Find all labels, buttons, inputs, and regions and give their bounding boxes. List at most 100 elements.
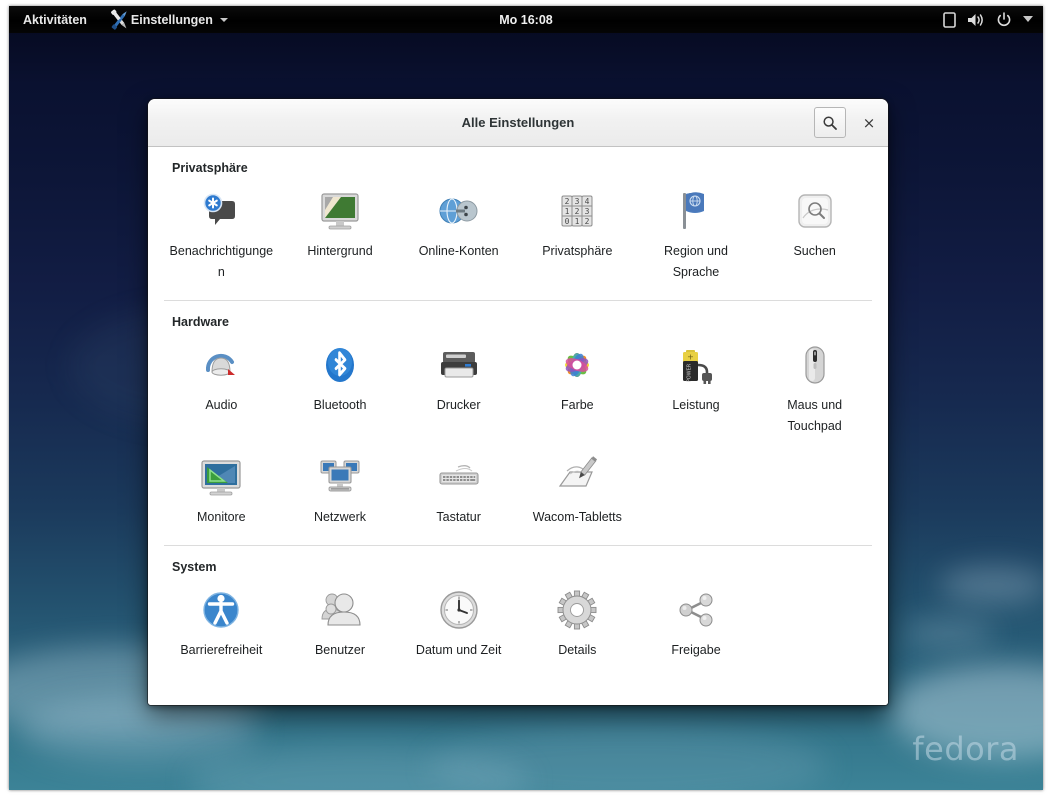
svg-text:1: 1 <box>575 217 580 226</box>
section-title: System <box>172 560 217 575</box>
tile-label: Benachrichtigungen <box>169 244 274 279</box>
settings-tile-online-accounts[interactable]: Online-Konten <box>399 179 518 288</box>
screenshot-root: fedora Aktivitäten Einstellungen Mo 16:0… <box>0 0 1052 796</box>
svg-text:0: 0 <box>565 217 570 226</box>
settings-tile-wacom[interactable]: Wacom-Tabletts <box>518 445 637 534</box>
tile-label: Datum und Zeit <box>415 643 502 658</box>
tile-label: Wacom-Tabletts <box>532 509 622 524</box>
settings-tile-audio[interactable]: Audio <box>162 333 281 442</box>
search-icon <box>823 115 837 130</box>
tile-label: Bluetooth <box>313 398 367 413</box>
tile-label: Region und Sprache <box>664 244 728 279</box>
chevron-down-icon[interactable] <box>1023 16 1033 23</box>
tile-label: Maus und Touchpad <box>787 398 843 433</box>
keyboard-icon <box>435 453 483 501</box>
sharing-nodes-icon <box>672 586 720 634</box>
mouse-icon <box>791 341 839 389</box>
svg-text:+: + <box>687 353 694 362</box>
settings-tile-displays[interactable]: Monitore <box>162 445 281 534</box>
section-system: System Barrierefreiheit Benutzer Datum u… <box>148 546 888 667</box>
svg-text:3: 3 <box>575 197 580 206</box>
search-button[interactable] <box>814 107 846 138</box>
printer-icon <box>435 341 483 389</box>
settings-tile-sharing[interactable]: Freigabe <box>637 578 756 667</box>
cloud <box>19 696 259 766</box>
tile-label: Leistung <box>672 398 720 413</box>
section-title: Hardware <box>172 315 229 330</box>
screen-display-icon[interactable] <box>943 11 956 28</box>
settings-tile-users[interactable]: Benutzer <box>281 578 400 667</box>
cloud <box>939 566 1043 604</box>
top-bar-status-area[interactable] <box>943 6 1033 33</box>
settings-tile-printer[interactable]: Drucker <box>399 333 518 442</box>
audio-speaker-icon <box>197 341 245 389</box>
svg-text:2: 2 <box>565 197 570 206</box>
tile-label: Freigabe <box>671 643 721 658</box>
titlebar-buttons: × <box>814 107 878 138</box>
settings-tile-power[interactable]: + POWER Leistung <box>637 333 756 442</box>
notifications-icon <box>197 187 245 235</box>
cloud <box>429 726 829 790</box>
tile-label: Benutzer <box>314 643 365 658</box>
tile-label: Netzwerk <box>313 509 367 524</box>
settings-tile-keyboard[interactable]: Tastatur <box>399 445 518 534</box>
tile-label: Audio <box>205 398 238 413</box>
settings-tile-privacy[interactable]: 234 123 012 Privatsphäre <box>518 179 637 288</box>
cloud <box>904 618 994 648</box>
window-titlebar: Alle Einstellungen × <box>148 99 888 147</box>
svg-text:2: 2 <box>585 217 590 226</box>
chevron-down-icon <box>219 17 228 22</box>
top-bar-left: Aktivitäten Einstellungen <box>9 6 239 33</box>
app-menu-label: Einstellungen <box>130 12 213 27</box>
section-privacy: Privatsphäre Benachrichtigungen Hintergr… <box>148 147 888 288</box>
users-icon <box>316 586 364 634</box>
top-bar: Aktivitäten Einstellungen Mo 16:08 <box>9 6 1043 33</box>
settings-tile-accessibility[interactable]: Barrierefreiheit <box>162 578 281 667</box>
svg-text:4: 4 <box>585 197 590 206</box>
activities-button[interactable]: Aktivitäten <box>9 6 103 33</box>
tile-label: Online-Konten <box>418 244 499 258</box>
search-preferences-icon <box>791 187 839 235</box>
tile-label: Barrierefreiheit <box>180 643 263 658</box>
settings-tile-datetime[interactable]: Datum und Zeit <box>399 578 518 667</box>
settings-window: Alle Einstellungen × Privatsphäre Benach… <box>148 99 888 705</box>
settings-content: Privatsphäre Benachrichtigungen Hintergr… <box>148 147 888 705</box>
tile-label: Drucker <box>436 398 481 413</box>
settings-tile-notifications[interactable]: Benachrichtigungen <box>162 179 281 288</box>
tile-label: Farbe <box>560 398 594 413</box>
wacom-tablet-icon <box>553 453 601 501</box>
tile-label: Tastatur <box>436 509 481 524</box>
volume-icon[interactable] <box>967 12 985 28</box>
network-computers-icon <box>316 453 364 501</box>
cloud <box>889 664 1043 759</box>
svg-text:2: 2 <box>575 207 580 216</box>
page-title: Alle Einstellungen <box>461 115 575 130</box>
app-menu-button[interactable]: Einstellungen <box>103 6 239 33</box>
tile-label: Hintergrund <box>307 244 373 258</box>
settings-tile-background[interactable]: Hintergrund <box>281 179 400 288</box>
settings-tile-details[interactable]: Details <box>518 578 637 667</box>
settings-grid: Barrierefreiheit Benutzer Datum und Zeit… <box>162 578 874 667</box>
settings-tools-icon <box>107 8 133 32</box>
settings-tile-color[interactable]: Farbe <box>518 333 637 442</box>
settings-grid: Benachrichtigungen Hintergrund Online-Ko… <box>162 179 874 288</box>
tile-label: Details <box>558 643 597 658</box>
tile-label: Suchen <box>793 244 836 258</box>
section-title: Privatsphäre <box>172 161 248 175</box>
settings-tile-network[interactable]: Netzwerk <box>281 445 400 534</box>
close-button[interactable]: × <box>860 114 878 132</box>
clock-icon <box>435 586 483 634</box>
settings-tile-mouse-touchpad[interactable]: Maus und Touchpad <box>755 333 874 442</box>
details-gear-icon <box>553 586 601 634</box>
accessibility-icon <box>197 586 245 634</box>
section-hardware: Hardware Audio Bluetooth Drucker Farbe +… <box>148 301 888 533</box>
privacy-lock-icon: 234 123 012 <box>553 187 601 235</box>
power-battery-icon: + POWER <box>672 341 720 389</box>
online-accounts-icon <box>435 187 483 235</box>
settings-tile-region-language[interactable]: Region und Sprache <box>637 179 756 288</box>
power-icon[interactable] <box>996 11 1012 28</box>
tile-label: Monitore <box>197 509 246 524</box>
settings-tile-bluetooth[interactable]: Bluetooth <box>281 333 400 442</box>
settings-tile-search[interactable]: Suchen <box>755 179 874 288</box>
svg-text:1: 1 <box>565 207 570 216</box>
